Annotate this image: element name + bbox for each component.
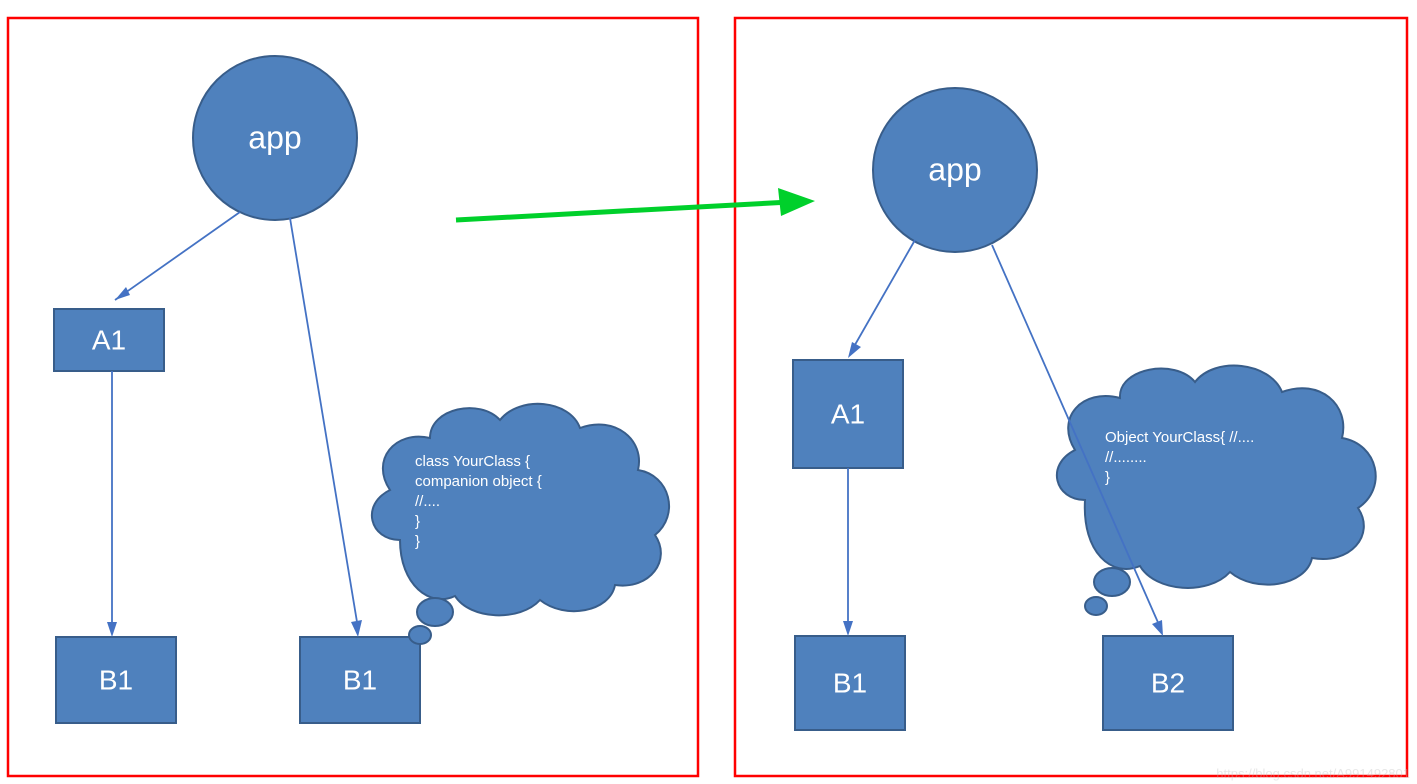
left-cloud-line-1: companion object { xyxy=(415,473,542,490)
transition-arrow-icon xyxy=(456,188,815,220)
left-edge-app-to-b1b xyxy=(290,218,362,637)
left-cloud-line-2: //.... xyxy=(415,493,440,510)
left-app-label: app xyxy=(248,119,301,155)
right-b2-label: B2 xyxy=(1151,667,1185,698)
right-edge-a1-to-b1 xyxy=(843,468,853,636)
left-edge-a1-to-b1a xyxy=(107,371,117,637)
left-b1b-label: B1 xyxy=(343,664,377,695)
right-cloud-line-2: } xyxy=(1105,469,1110,486)
right-cloud: Object YourClass{ //.... //........ } xyxy=(1057,366,1376,615)
right-cloud-line-1: //........ xyxy=(1105,449,1147,466)
left-edge-app-to-a1 xyxy=(115,212,240,300)
right-a1-label: A1 xyxy=(831,398,865,429)
right-edge-app-to-a1 xyxy=(848,240,915,358)
left-cloud: class YourClass { companion object { //.… xyxy=(372,404,669,644)
right-app-label: app xyxy=(928,151,981,187)
left-cloud-line-4: } xyxy=(415,533,420,550)
left-b1a-label: B1 xyxy=(99,664,133,695)
watermark-text: https://blog.csdn.net/A991492801 xyxy=(1216,766,1410,781)
left-a1-label: A1 xyxy=(92,324,126,355)
right-b1-label: B1 xyxy=(833,667,867,698)
left-cloud-line-3: } xyxy=(415,513,420,530)
left-cloud-line-0: class YourClass { xyxy=(415,453,530,470)
right-cloud-line-0: Object YourClass{ //.... xyxy=(1105,429,1254,446)
